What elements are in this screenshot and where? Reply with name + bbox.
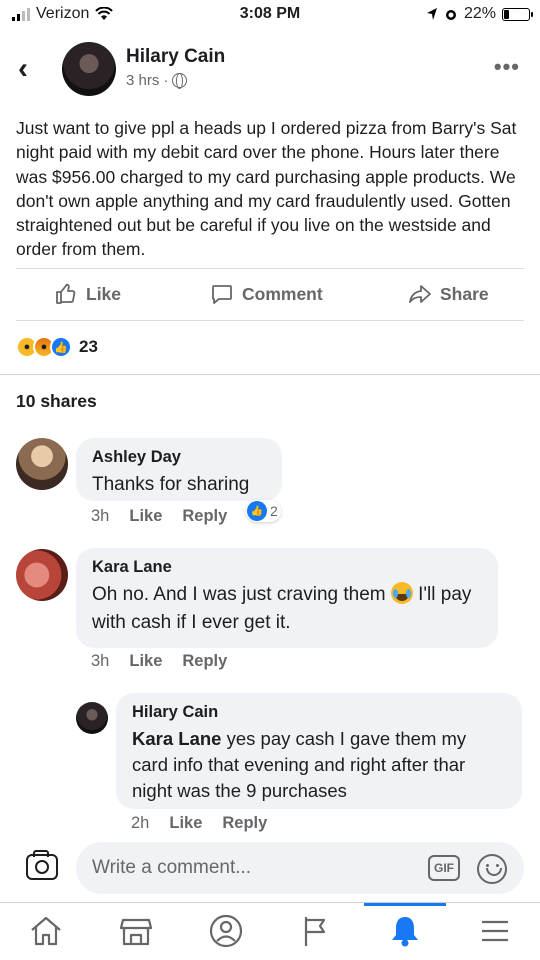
comment-button[interactable]: Comment bbox=[210, 282, 323, 306]
reply-author-name[interactable]: Hilary Cain bbox=[132, 703, 506, 722]
meta-separator: · bbox=[163, 72, 169, 89]
comment-like-badge[interactable]: 👍 2 bbox=[246, 500, 281, 522]
reply-author-avatar[interactable] bbox=[76, 702, 108, 734]
menu-icon[interactable] bbox=[475, 911, 515, 951]
commenter-avatar[interactable] bbox=[16, 438, 68, 490]
comment-label: Comment bbox=[242, 283, 323, 304]
like-reaction-icon: 👍 bbox=[247, 501, 267, 521]
comment-bubble: Ashley Day Thanks for sharing bbox=[76, 438, 282, 501]
post-header: ‹ Hilary Cain 3 hrs · ••• bbox=[0, 40, 540, 100]
emoji-icon[interactable] bbox=[477, 854, 507, 884]
comment-composer: GIF bbox=[0, 842, 540, 896]
like-icon bbox=[56, 283, 76, 304]
profile-icon[interactable] bbox=[206, 911, 246, 951]
reply-reply-button[interactable]: Reply bbox=[222, 814, 267, 833]
like-reaction-icon: 👍 bbox=[50, 336, 72, 358]
reply-actions: 2h Like Reply bbox=[131, 814, 267, 833]
battery-percent: 22% bbox=[463, 5, 496, 22]
comment-text: Thanks for sharing bbox=[92, 474, 250, 495]
comment-text: Oh no. And I was just craving them I'll … bbox=[92, 582, 471, 633]
reaction-summary[interactable]: ● ● 👍 23 bbox=[16, 336, 98, 358]
comment-actions: 3h Like Reply bbox=[91, 507, 227, 526]
post-author-name[interactable]: Hilary Cain bbox=[126, 46, 225, 68]
post-meta: 3 hrs · bbox=[126, 72, 188, 89]
section-divider bbox=[0, 374, 540, 375]
commenter-name[interactable]: Ashley Day bbox=[92, 448, 266, 467]
share-count[interactable]: 10 shares bbox=[16, 391, 97, 412]
battery-icon bbox=[502, 7, 533, 21]
more-icon[interactable]: ••• bbox=[494, 54, 520, 80]
comment-like-count: 2 bbox=[270, 503, 278, 519]
comment-bubble: Kara Lane Oh no. And I was just craving … bbox=[76, 548, 498, 648]
reply-time: 2h bbox=[131, 814, 150, 832]
comment-reply-button[interactable]: Reply bbox=[182, 507, 227, 526]
comment-like-button[interactable]: Like bbox=[129, 507, 162, 526]
gif-icon[interactable]: GIF bbox=[428, 855, 460, 881]
share-button[interactable]: Share bbox=[408, 282, 489, 306]
post-body: Just want to give ppl a heads up I order… bbox=[16, 118, 517, 260]
comment-time: 3h bbox=[91, 652, 110, 670]
reply-bubble: Hilary Cain Kara Lane yes pay cash I gav… bbox=[116, 693, 522, 809]
comment-reply-button[interactable]: Reply bbox=[182, 652, 227, 671]
crying-emoji-icon bbox=[390, 582, 413, 604]
author-avatar[interactable] bbox=[62, 42, 116, 96]
commenter-avatar[interactable] bbox=[16, 549, 68, 601]
pages-icon[interactable] bbox=[296, 911, 336, 951]
alarm-icon bbox=[445, 10, 456, 20]
battery-fill bbox=[504, 9, 510, 19]
comment-icon bbox=[212, 285, 232, 304]
divider bbox=[16, 268, 524, 269]
reaction-count: 23 bbox=[79, 337, 98, 356]
like-label: Like bbox=[86, 283, 122, 304]
comment-like-button[interactable]: Like bbox=[129, 652, 162, 671]
like-button[interactable]: Like bbox=[54, 282, 121, 306]
reply-like-button[interactable]: Like bbox=[169, 814, 202, 833]
post-timestamp[interactable]: 3 hrs bbox=[126, 72, 159, 89]
reply-text: Kara Lane yes pay cash I gave them my ca… bbox=[132, 728, 466, 801]
divider bbox=[16, 320, 524, 321]
post-actions: Like Comment Share bbox=[0, 272, 540, 318]
back-icon[interactable]: ‹ bbox=[18, 52, 28, 86]
mention-link[interactable]: Kara Lane bbox=[132, 728, 221, 749]
bottom-tab-bar bbox=[0, 902, 540, 960]
battery-group: 22% bbox=[426, 5, 533, 23]
comment-time: 3h bbox=[91, 507, 110, 525]
comment-actions: 3h Like Reply bbox=[91, 652, 227, 671]
globe-icon bbox=[172, 73, 188, 89]
marketplace-icon[interactable] bbox=[116, 911, 156, 951]
commenter-name[interactable]: Kara Lane bbox=[92, 558, 482, 577]
notifications-icon[interactable] bbox=[385, 911, 425, 951]
share-icon bbox=[409, 285, 431, 303]
share-label: Share bbox=[440, 283, 489, 304]
location-icon bbox=[426, 8, 437, 20]
home-icon[interactable] bbox=[26, 911, 66, 951]
camera-icon[interactable] bbox=[26, 850, 58, 880]
comment-text-part: Oh no. And I was just craving them bbox=[92, 584, 391, 605]
active-tab-indicator bbox=[364, 903, 446, 906]
status-bar: Verizon 3:08 PM 22% bbox=[0, 0, 540, 30]
